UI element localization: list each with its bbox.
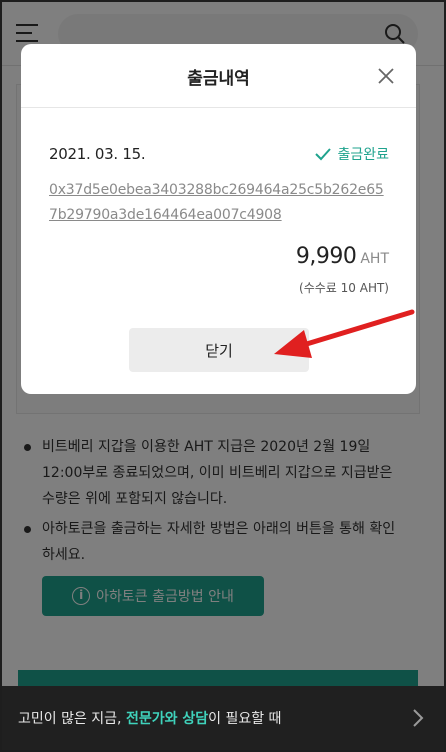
chevron-right-icon[interactable]: [412, 708, 424, 728]
annotation-arrow-icon: [274, 309, 415, 358]
device-frame: 비트베리 지갑을 이용한 AHT 지급은 2020년 2월 19일 12:00부…: [0, 0, 446, 752]
amount-row: 9,990 AHT: [49, 244, 389, 269]
consult-text: 고민이 많은 지금, 전문가와 상담이 필요할 때: [18, 711, 282, 727]
status-label: 출금완료: [337, 147, 389, 163]
record-header: 2021. 03. 15. 출금완료: [49, 144, 389, 164]
modal-header: 출금내역: [21, 44, 416, 108]
withdrawal-record: 2021. 03. 15. 출금완료 0x37d5e0ebea3403288bc…: [49, 144, 389, 296]
status-badge: 출금완료: [315, 144, 389, 164]
consult-bar[interactable]: 고민이 많은 지금, 전문가와 상담이 필요할 때: [2, 686, 444, 750]
amount-value: 9,990: [295, 244, 357, 269]
modal-title: 출금내역: [187, 69, 250, 89]
record-date: 2021. 03. 15.: [49, 145, 146, 163]
fee-text: (수수료 10 AHT): [299, 281, 389, 295]
transaction-hash-link[interactable]: 0x37d5e0ebea3403288bc269464a25c5b262e657…: [49, 178, 389, 228]
close-icon[interactable]: [376, 66, 396, 86]
amount-unit: AHT: [360, 251, 389, 267]
check-icon: [315, 148, 332, 161]
